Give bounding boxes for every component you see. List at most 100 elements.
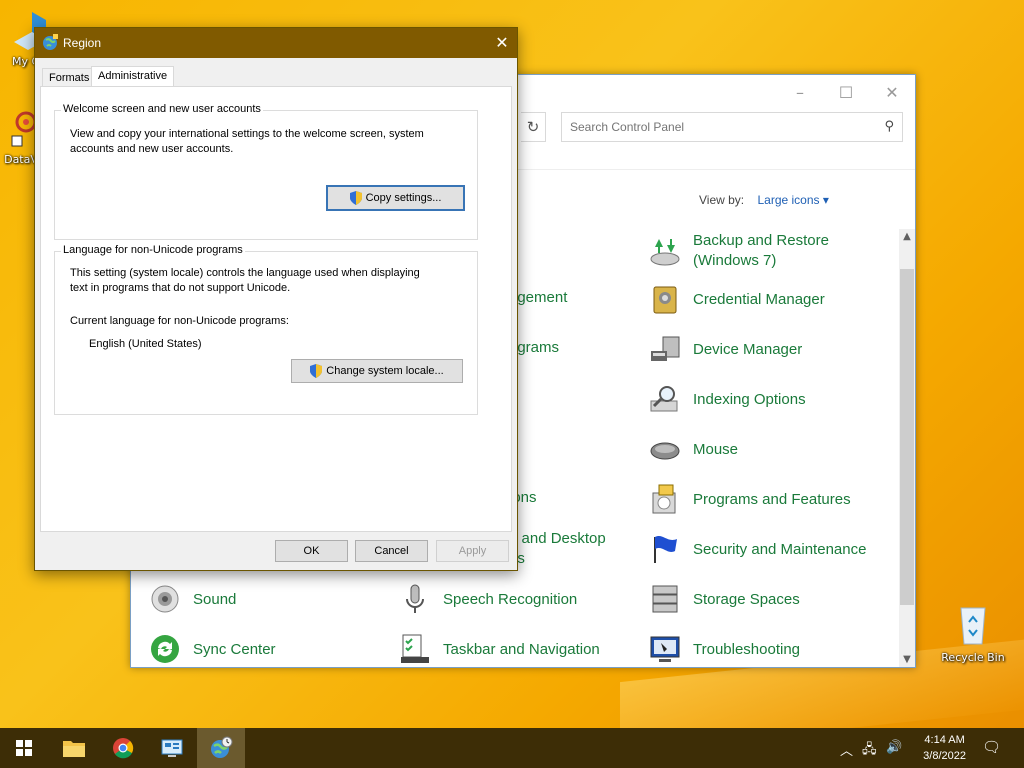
cancel-button[interactable]: Cancel <box>355 540 428 562</box>
description-line: text in programs that do not support Uni… <box>70 282 291 294</box>
sound-icon <box>149 583 181 615</box>
region-globe-icon <box>43 34 58 50</box>
dialog-title: Region <box>63 36 102 50</box>
tab-administrative[interactable]: Administrative <box>91 66 175 88</box>
chevron-down-icon: ▾ <box>822 193 829 207</box>
group-description: This setting (system locale) controls th… <box>70 266 420 296</box>
minimize-button[interactable]: – <box>777 79 823 107</box>
dialog-title-bar[interactable]: Region ✕ <box>35 28 517 58</box>
cp-item-security-maintenance[interactable]: Security and Maintenance <box>649 533 866 565</box>
cp-item-label: Storage Spaces <box>693 590 800 608</box>
app-icon <box>11 111 37 147</box>
start-button[interactable] <box>0 728 48 768</box>
cp-item-label: p and Desktop <box>509 530 606 547</box>
cp-item-label: Speech Recognition <box>443 590 578 608</box>
taskbar-chrome[interactable] <box>99 728 147 768</box>
cp-item-label: Programs and Features <box>693 490 851 508</box>
close-button[interactable]: ✕ <box>869 79 915 107</box>
search-icon[interactable]: ⚲ <box>884 119 894 134</box>
cp-item-label: Sound <box>193 590 237 608</box>
cp-item-label: Backup and Restore <box>693 232 829 249</box>
region-dialog: Region ✕ Formats Administrative Welcome … <box>34 27 518 571</box>
desktop-icon-recycle-bin[interactable]: Recycle Bin <box>938 602 1008 664</box>
close-icon[interactable]: ✕ <box>487 28 517 58</box>
vertical-scrollbar[interactable]: ▲ ▼ <box>899 229 915 667</box>
cp-item-storage-spaces[interactable]: Storage Spaces <box>649 583 800 615</box>
desktop-icon-label: Recycle Bin <box>941 651 1005 664</box>
cp-item-backup-restore[interactable]: Backup and Restore (Windows 7) <box>649 231 829 271</box>
chrome-icon <box>113 738 134 759</box>
credential-manager-icon <box>649 283 681 315</box>
uac-shield-icon <box>310 364 323 378</box>
mouse-icon <box>649 433 681 465</box>
button-label: Apply <box>458 545 487 557</box>
taskbar-icon <box>399 633 431 665</box>
cp-item-label-line2: ns <box>509 549 606 569</box>
taskbar-region[interactable] <box>197 728 245 768</box>
cp-item-indexing-options[interactable]: Indexing Options <box>649 383 806 415</box>
cp-item-taskbar-navigation[interactable]: Taskbar and Navigation <box>399 633 600 665</box>
cp-item-troubleshooting[interactable]: Troubleshooting <box>649 633 800 665</box>
tab-formats[interactable]: Formats <box>42 68 97 88</box>
cp-item-label: Taskbar and Navigation <box>443 640 600 658</box>
button-label: OK <box>303 545 320 557</box>
cp-item-sound[interactable]: Sound <box>149 583 236 615</box>
cp-item-label: Security and Maintenance <box>693 540 867 558</box>
programs-features-icon <box>649 483 681 515</box>
change-system-locale-button[interactable]: Change system locale... <box>291 359 463 383</box>
cp-item-mouse[interactable]: Mouse <box>649 433 738 465</box>
group-description: View and copy your international setting… <box>70 127 424 157</box>
view-by: View by: Large icons ▾ <box>699 193 829 207</box>
cp-item-device-manager[interactable]: Device Manager <box>649 333 802 365</box>
current-language-value: English (United States) <box>89 338 202 350</box>
current-language-label: Current language for non-Unicode program… <box>70 315 289 327</box>
cp-item-partial-desktop[interactable]: p and Desktop ns <box>509 529 606 569</box>
indexing-options-icon <box>649 383 681 415</box>
button-label: Change system locale... <box>326 365 444 377</box>
action-center-icon[interactable]: 🗨 <box>982 738 1001 756</box>
search-input[interactable] <box>568 113 872 141</box>
copy-settings-button[interactable]: Copy settings... <box>326 185 465 211</box>
show-hidden-icons-icon[interactable]: ︿ <box>840 740 853 759</box>
volume-icon[interactable]: 🔊 <box>886 740 902 755</box>
cp-item-label: Credential Manager <box>693 290 825 308</box>
sync-center-icon <box>149 633 181 665</box>
network-icon[interactable]: 🖧 <box>862 740 877 762</box>
button-label: Copy settings... <box>365 192 442 204</box>
tab-label: Formats <box>49 72 90 84</box>
maximize-button[interactable]: ☐ <box>823 79 869 107</box>
ok-button[interactable]: OK <box>275 540 348 562</box>
system-clock[interactable]: 4:14 AM 3/8/2022 <box>923 732 966 764</box>
apply-button[interactable]: Apply <box>436 540 509 562</box>
taskbar: ︿ 🖧 🔊 4:14 AM 3/8/2022 🗨 <box>0 728 1024 768</box>
recycle-bin-icon <box>960 607 986 645</box>
cp-item-label: Mouse <box>693 440 739 458</box>
scroll-up-arrow[interactable]: ▲ <box>899 231 915 242</box>
refresh-icon[interactable]: ↻ <box>521 112 546 142</box>
view-by-dropdown[interactable]: Large icons ▾ <box>757 193 828 207</box>
scroll-down-arrow[interactable]: ▼ <box>899 654 915 665</box>
view-by-value: Large icons <box>757 193 820 207</box>
cp-item-label: Device Manager <box>693 340 803 358</box>
cp-item-credential-manager[interactable]: Credential Manager <box>649 283 825 315</box>
cp-item-sync-center[interactable]: Sync Center <box>149 633 276 665</box>
uac-shield-icon <box>349 191 362 205</box>
troubleshooting-icon <box>649 633 681 665</box>
windows-logo-icon <box>16 740 32 756</box>
scroll-thumb[interactable] <box>900 269 914 605</box>
group-title: Welcome screen and new user accounts <box>61 103 263 115</box>
taskbar-control-panel[interactable] <box>148 728 196 768</box>
tab-label: Administrative <box>98 70 168 82</box>
search-box[interactable]: ⚲ <box>561 112 903 142</box>
group-title: Language for non-Unicode programs <box>61 244 245 256</box>
button-label: Cancel <box>374 545 409 557</box>
administrative-panel: Welcome screen and new user accounts Vie… <box>40 86 512 532</box>
microphone-icon <box>399 583 431 615</box>
cp-item-label: Sync Center <box>193 640 276 658</box>
cp-item-speech-recognition[interactable]: Speech Recognition <box>399 583 577 615</box>
file-explorer-icon <box>63 741 85 757</box>
welcome-screen-group: Welcome screen and new user accounts Vie… <box>54 103 478 240</box>
clock-date: 3/8/2022 <box>923 750 966 762</box>
taskbar-file-explorer[interactable] <box>50 728 98 768</box>
cp-item-programs-features[interactable]: Programs and Features <box>649 483 851 515</box>
